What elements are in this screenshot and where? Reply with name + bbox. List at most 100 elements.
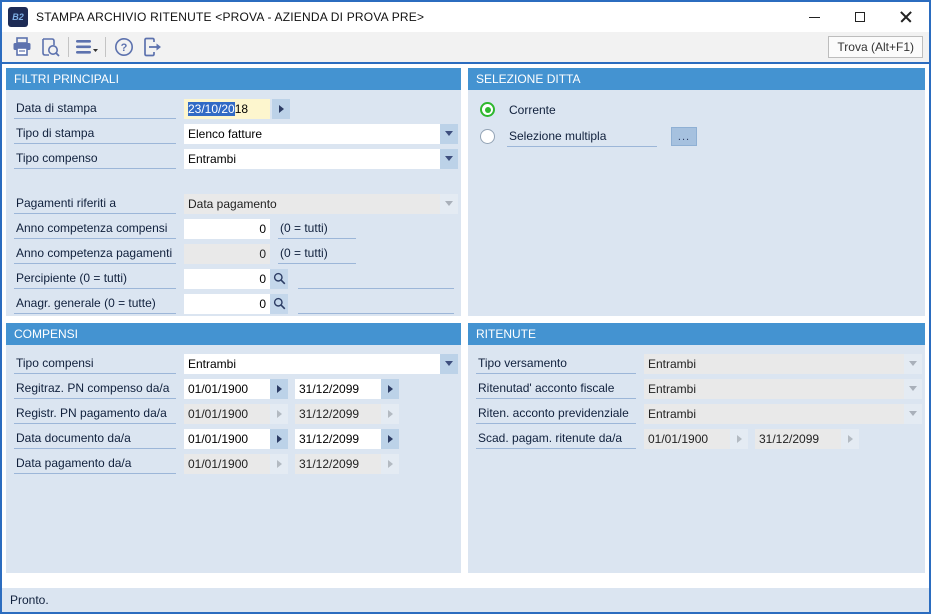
pagamenti-riferiti-a-combo: Data pagamento — [184, 193, 458, 214]
app-icon: B2 — [8, 7, 28, 27]
dropdown-button[interactable] — [440, 353, 458, 374]
date-picker-button[interactable] — [270, 428, 288, 449]
radio-selezione-multipla[interactable] — [480, 129, 495, 144]
print-preview-icon — [42, 38, 60, 57]
toolbar: ? Trova (Alt+F1) — [2, 32, 929, 62]
dropdown-button — [904, 403, 922, 424]
search-icon — [273, 272, 285, 285]
arrow-right-icon — [276, 434, 282, 443]
label-anagr-generale: Anagr. generale (0 = tutte) — [14, 293, 176, 314]
chevron-down-icon — [909, 386, 917, 391]
registr-pagamento-from-input: 01/01/1900 — [184, 403, 270, 424]
tipo-compenso-combo[interactable]: Entrambi — [184, 148, 458, 169]
radio-row-selezione-multipla[interactable]: Selezione multipla ... — [476, 123, 922, 150]
anagr-generale-description — [298, 294, 454, 314]
registraz-compenso-to-input[interactable]: 31/12/2099 — [295, 378, 381, 399]
minimize-button[interactable] — [791, 2, 837, 32]
status-text: Pronto. — [10, 593, 49, 607]
label-data-pagamento: Data pagamento da/a — [14, 453, 176, 474]
anno-competenza-compensi-input[interactable]: 0 — [184, 218, 270, 239]
menu-button[interactable] — [73, 34, 101, 60]
search-icon — [273, 297, 285, 310]
radio-corrente[interactable] — [480, 102, 495, 117]
panel-selezione-ditta: SELEZIONE DITTA Corrente Selezione multi… — [468, 68, 925, 316]
radio-selezione-multipla-label: Selezione multipla — [507, 126, 657, 147]
hint-anno-pagamenti: (0 = tutti) — [278, 243, 356, 264]
close-button[interactable] — [883, 2, 929, 32]
window-title: STAMPA ARCHIVIO RITENUTE <PROVA - AZIEND… — [36, 10, 425, 24]
panel-filtri-principali: FILTRI PRINCIPALI Data di stampa 23/10/2… — [6, 68, 461, 316]
date-picker-button[interactable] — [381, 428, 399, 449]
label-scad-pagam-ritenute: Scad. pagam. ritenute da/a — [476, 428, 636, 449]
panel-header-compensi: COMPENSI — [6, 323, 461, 345]
label-ritenuta-acconto-fiscale: Ritenutad' acconto fiscale — [476, 378, 636, 399]
close-icon — [900, 11, 912, 23]
arrow-right-icon — [387, 434, 393, 443]
content-area: FILTRI PRINCIPALI Data di stampa 23/10/2… — [2, 64, 929, 588]
data-documento-to-input[interactable]: 31/12/2099 — [295, 428, 381, 449]
help-button[interactable]: ? — [110, 34, 138, 60]
panel-header-ritenute: RITENUTE — [468, 323, 925, 345]
svg-text:?: ? — [121, 42, 128, 54]
exit-icon — [144, 37, 161, 57]
date-picker-button — [381, 453, 399, 474]
label-anno-competenza-pagamenti: Anno competenza pagamenti — [14, 243, 176, 264]
dropdown-button — [440, 193, 458, 214]
label-tipo-compensi: Tipo compensi — [14, 353, 176, 374]
dropdown-button[interactable] — [440, 123, 458, 144]
arrow-right-icon — [276, 384, 282, 393]
date-picker-button[interactable] — [270, 378, 288, 399]
data-pagamento-to-input: 31/12/2099 — [295, 453, 381, 474]
chevron-down-icon — [445, 156, 453, 161]
tipo-di-stampa-combo[interactable]: Elenco fatture — [184, 123, 458, 144]
toolbar-separator — [68, 37, 69, 57]
exit-button[interactable] — [138, 34, 166, 60]
date-picker-button[interactable] — [381, 378, 399, 399]
app-window: B2 STAMPA ARCHIVIO RITENUTE <PROVA - AZI… — [0, 0, 931, 614]
registraz-compenso-from-input[interactable]: 01/01/1900 — [184, 378, 270, 399]
hint-anno-compensi: (0 = tutti) — [278, 218, 356, 239]
tipo-compensi-combo[interactable]: Entrambi — [184, 353, 458, 374]
scad-ritenute-from-input: 01/01/1900 — [644, 428, 730, 449]
selezione-multipla-browse-button[interactable]: ... — [671, 127, 697, 146]
chevron-down-icon — [445, 131, 453, 136]
panel-compensi: COMPENSI Tipo compensi Entrambi Regitraz… — [6, 323, 461, 573]
label-data-documento: Data documento da/a — [14, 428, 176, 449]
label-anno-competenza-compensi: Anno competenza compensi — [14, 218, 176, 239]
label-registr-pn-pagamento: Registr. PN pagamento da/a — [14, 403, 176, 424]
dropdown-button[interactable] — [440, 148, 458, 169]
label-percipiente: Percipiente (0 = tutti) — [14, 268, 176, 289]
maximize-button[interactable] — [837, 2, 883, 32]
title-bar: B2 STAMPA ARCHIVIO RITENUTE <PROVA - AZI… — [2, 2, 929, 32]
find-shortcut[interactable]: Trova (Alt+F1) — [828, 36, 923, 58]
panel-ritenute: RITENUTE Tipo versamento Entrambi Ritenu… — [468, 323, 925, 573]
radio-row-corrente[interactable]: Corrente — [476, 96, 922, 123]
scad-ritenute-to-input: 31/12/2099 — [755, 428, 841, 449]
date-picker-button — [841, 428, 859, 449]
dropdown-button — [904, 378, 922, 399]
status-bar: Pronto. — [2, 588, 929, 612]
printer-icon — [13, 37, 31, 56]
percipiente-input[interactable]: 0 — [184, 268, 270, 289]
arrow-right-icon — [276, 459, 282, 468]
chevron-down-icon — [445, 201, 453, 206]
print-preview-button[interactable] — [36, 34, 64, 60]
anagr-generale-lookup-button[interactable] — [270, 293, 288, 314]
toolbar-separator — [105, 37, 106, 57]
data-di-stampa-input[interactable]: 23/10/20 18 — [184, 98, 270, 119]
percipiente-description — [298, 269, 454, 289]
date-picker-button — [270, 403, 288, 424]
data-di-stampa-picker-button[interactable] — [272, 98, 290, 119]
ritenuta-acconto-fiscale-combo: Entrambi — [644, 378, 922, 399]
tipo-versamento-combo: Entrambi — [644, 353, 922, 374]
arrow-right-icon — [736, 434, 742, 443]
anagr-generale-input[interactable]: 0 — [184, 293, 270, 314]
print-button[interactable] — [8, 34, 36, 60]
chevron-down-icon — [445, 361, 453, 366]
date-picker-button — [381, 403, 399, 424]
radio-corrente-label: Corrente — [509, 102, 556, 117]
chevron-down-icon — [909, 361, 917, 366]
data-documento-from-input[interactable]: 01/01/1900 — [184, 428, 270, 449]
percipiente-lookup-button[interactable] — [270, 268, 288, 289]
minimize-icon — [808, 16, 820, 18]
